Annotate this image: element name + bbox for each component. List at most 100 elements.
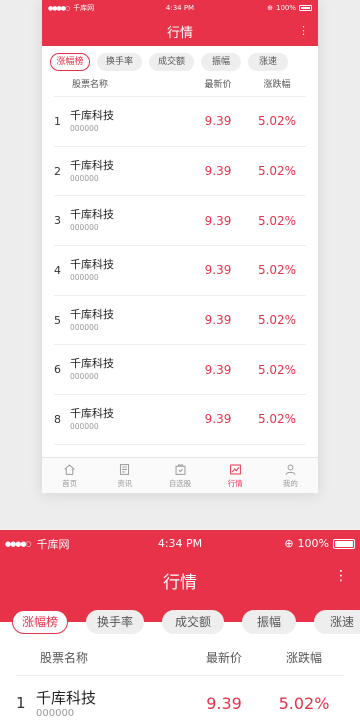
stock-change: 5.02% bbox=[257, 164, 297, 179]
filter-tabs-large: 涨幅榜 换手率 成交额 振幅 涨速 bbox=[0, 600, 360, 634]
stock-price: 9.39 bbox=[204, 412, 232, 427]
bottom-tab-bar: 首页 资讯 自选股 行情 我的 bbox=[42, 457, 318, 493]
chart-icon bbox=[229, 464, 241, 474]
table-row[interactable]: 3 千库科技 000000 9.39 5.02% bbox=[54, 196, 306, 247]
stock-price: 9.39 bbox=[206, 693, 242, 713]
stock-price: 9.39 bbox=[204, 164, 232, 179]
stock-code: 000000 bbox=[70, 421, 99, 431]
header-change[interactable]: 涨跌幅 bbox=[248, 77, 306, 90]
battery-icon bbox=[299, 5, 312, 11]
bottom-tab-label: 我的 bbox=[282, 478, 298, 488]
table-row[interactable]: 6 千库科技 000000 9.39 5.02% bbox=[54, 345, 306, 396]
header-price[interactable]: 最新价 bbox=[188, 77, 248, 90]
bottom-tab-label: 自选股 bbox=[168, 478, 192, 488]
tab-turnover-rate[interactable]: 换手率 bbox=[97, 53, 142, 71]
stock-code: 000000 bbox=[70, 272, 99, 282]
row-index: 8 bbox=[54, 412, 61, 426]
table-row[interactable]: 1 千库科技 000000 9.39 5.02% bbox=[16, 676, 344, 720]
stock-price: 9.39 bbox=[204, 313, 232, 328]
bottom-tab-market[interactable]: 行情 bbox=[208, 458, 263, 493]
status-bar: ●●●●○ 千库网 4:34 PM ⊕ 100% bbox=[42, 0, 318, 16]
status-time: 4:34 PM bbox=[157, 537, 203, 550]
stock-name: 千库科技 bbox=[70, 208, 114, 222]
stock-name: 千库科技 bbox=[36, 688, 97, 707]
stock-code: 000000 bbox=[70, 223, 99, 233]
status-bar-large: ●●●●○ 千库网 4:34 PM ⊕ 100% bbox=[0, 530, 360, 557]
stock-code: 000000 bbox=[70, 322, 99, 332]
table-row[interactable]: 5 千库科技 000000 9.39 5.02% bbox=[54, 296, 306, 346]
row-index: 2 bbox=[54, 164, 61, 178]
carrier-label: 千库网 bbox=[73, 4, 95, 12]
watchlist-icon bbox=[175, 464, 185, 475]
stock-name: 千库科技 bbox=[70, 406, 114, 420]
page-title: 行情 bbox=[163, 572, 197, 593]
tab-gain-rank[interactable]: 涨幅榜 bbox=[12, 610, 68, 634]
row-index: 4 bbox=[54, 263, 61, 277]
header-change[interactable]: 涨跌幅 bbox=[264, 649, 344, 666]
row-index: 1 bbox=[54, 114, 61, 128]
stock-name: 千库科技 bbox=[70, 357, 114, 371]
bottom-tab-news[interactable]: 资讯 bbox=[97, 458, 152, 493]
table-row[interactable]: 4 千库科技 000000 9.39 5.02% bbox=[54, 246, 306, 296]
bottom-tab-me[interactable]: 我的 bbox=[263, 458, 318, 493]
row-index: 5 bbox=[54, 313, 61, 327]
stock-change: 5.02% bbox=[257, 263, 297, 278]
stock-price: 9.39 bbox=[204, 263, 232, 278]
table-header: 股票名称 最新价 涨跌幅 bbox=[16, 640, 344, 676]
tab-volume[interactable]: 成交额 bbox=[149, 53, 194, 71]
row-index: 1 bbox=[16, 694, 26, 712]
row-index: 6 bbox=[54, 363, 61, 377]
stock-name: 千库科技 bbox=[70, 158, 114, 172]
stock-change: 5.02% bbox=[257, 313, 297, 328]
stock-change: 5.02% bbox=[257, 114, 297, 129]
row-index: 3 bbox=[54, 214, 61, 228]
bottom-tab-label: 行情 bbox=[227, 478, 243, 488]
stock-name: 千库科技 bbox=[70, 108, 114, 122]
table-row[interactable]: 2 千库科技 000000 9.39 5.02% bbox=[54, 147, 306, 197]
rotation-lock-icon: ⊕ bbox=[267, 4, 273, 12]
tab-gain-rank[interactable]: 涨幅榜 bbox=[50, 53, 90, 71]
stock-code: 000000 bbox=[70, 123, 99, 133]
header-name: 股票名称 bbox=[40, 651, 89, 665]
stock-change: 5.02% bbox=[257, 412, 297, 427]
header-price[interactable]: 最新价 bbox=[184, 649, 264, 666]
more-vertical-icon[interactable]: ⋮ bbox=[334, 568, 348, 584]
stock-change: 5.02% bbox=[278, 693, 330, 713]
battery-percent: 100% bbox=[275, 4, 296, 12]
tab-turnover-rate[interactable]: 换手率 bbox=[86, 610, 144, 634]
tab-speed[interactable]: 涨速 bbox=[248, 53, 288, 71]
tab-volume[interactable]: 成交额 bbox=[162, 610, 224, 634]
stock-change: 5.02% bbox=[257, 362, 297, 377]
table-row[interactable]: 1 千库科技 000000 9.39 5.02% bbox=[54, 97, 306, 147]
bottom-tab-label: 首页 bbox=[62, 478, 78, 488]
zoomed-detail: ●●●●○ 千库网 4:34 PM ⊕ 100% 行情 ⋮ 涨幅榜 换手率 成交… bbox=[0, 530, 360, 720]
header-name: 股票名称 bbox=[72, 80, 109, 90]
signal-icon: ●●●●○ bbox=[48, 4, 70, 12]
table-row[interactable]: 8 千库科技 000000 9.39 5.02% bbox=[54, 395, 306, 445]
home-icon bbox=[64, 463, 75, 475]
news-icon bbox=[120, 463, 130, 475]
tab-speed[interactable]: 涨速 bbox=[314, 610, 360, 634]
phone-screen: ●●●●○ 千库网 4:34 PM ⊕ 100% 行情 ⋮ 涨幅榜 换手率 成交… bbox=[42, 0, 318, 493]
battery-icon bbox=[333, 538, 355, 549]
page-title: 行情 bbox=[166, 25, 193, 41]
more-vertical-icon[interactable]: ⋮ bbox=[298, 23, 309, 39]
nav-bar: 行情 ⋮ bbox=[42, 16, 318, 46]
filter-tabs: 涨幅榜 换手率 成交额 振幅 涨速 bbox=[42, 46, 318, 71]
stock-change: 5.02% bbox=[257, 213, 297, 228]
stock-code: 000000 bbox=[36, 707, 75, 719]
tab-amplitude[interactable]: 振幅 bbox=[201, 53, 241, 71]
table-header: 股票名称 最新价 涨跌幅 bbox=[54, 71, 306, 97]
stock-price: 9.39 bbox=[204, 362, 232, 377]
stock-code: 000000 bbox=[70, 173, 99, 183]
stock-price: 9.39 bbox=[204, 114, 232, 129]
bottom-tab-watchlist[interactable]: 自选股 bbox=[152, 458, 207, 493]
stock-name: 千库科技 bbox=[70, 307, 114, 321]
tab-amplitude[interactable]: 振幅 bbox=[242, 610, 296, 634]
bottom-tab-label: 资讯 bbox=[117, 478, 133, 488]
user-icon bbox=[285, 464, 296, 475]
stock-code: 000000 bbox=[70, 372, 99, 382]
bottom-tab-home[interactable]: 首页 bbox=[42, 458, 97, 493]
stock-name: 千库科技 bbox=[70, 257, 114, 271]
stock-price: 9.39 bbox=[204, 213, 232, 228]
